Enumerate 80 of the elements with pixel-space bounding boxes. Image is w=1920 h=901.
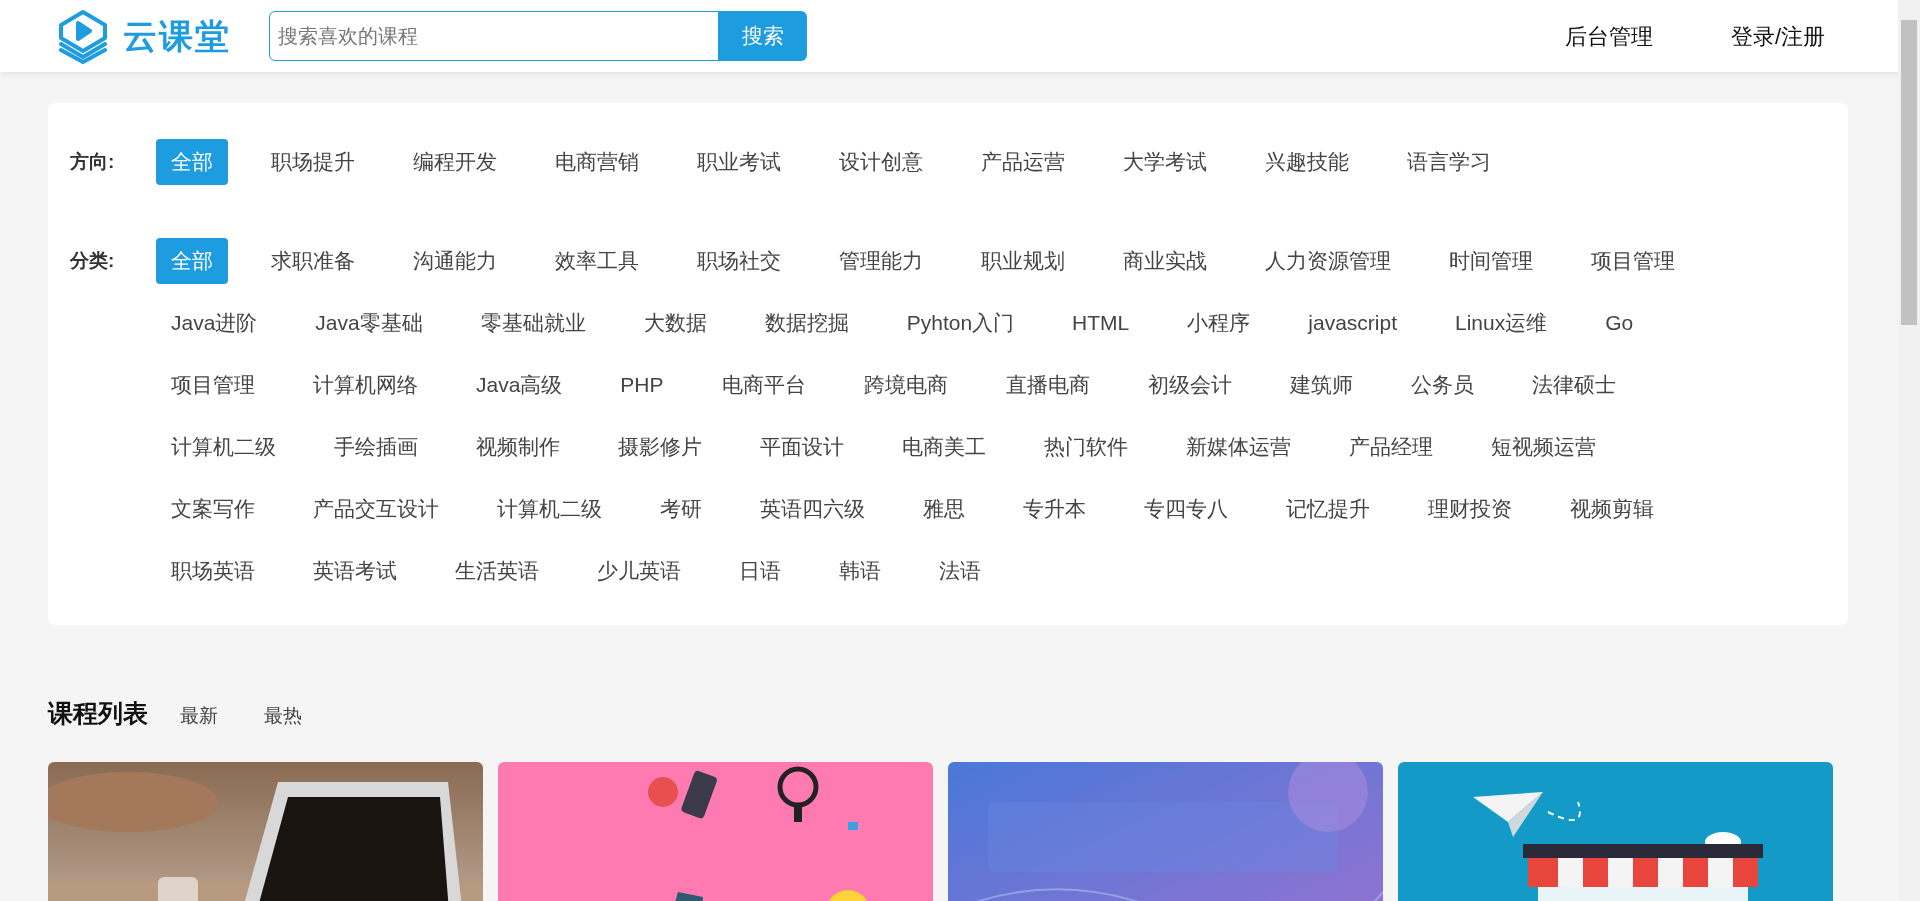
filter-tag[interactable]: 日语 [724, 548, 796, 594]
scrollbar-thumb[interactable] [1901, 20, 1917, 325]
filter-tag[interactable]: 设计创意 [824, 139, 938, 185]
filter-tag[interactable]: javascript [1293, 300, 1412, 346]
filter-tag[interactable]: 文案写作 [156, 486, 270, 532]
filter-tag[interactable]: 效率工具 [540, 238, 654, 284]
filter-tag[interactable]: 法律硕士 [1516, 362, 1631, 408]
filter-tag[interactable]: 英语四六级 [745, 486, 880, 532]
filter-tag[interactable]: 大学考试 [1108, 139, 1222, 185]
filter-tag[interactable]: 专四专八 [1129, 486, 1243, 532]
filter-tag[interactable]: 视频剪辑 [1555, 486, 1669, 532]
filter-tag[interactable]: 电商美工 [887, 424, 1001, 470]
filter-tag[interactable]: 产品运营 [966, 139, 1080, 185]
nav-link[interactable]: 登录/注册 [1730, 19, 1825, 53]
filter-tag[interactable]: 韩语 [824, 548, 896, 594]
logo-text: 云课堂 [123, 15, 231, 57]
filter-tag[interactable]: 视频制作 [461, 424, 575, 470]
nav-link[interactable]: 后台管理 [1564, 19, 1653, 53]
filter-tag[interactable]: 生活英语 [440, 548, 554, 594]
filter-tag[interactable]: 时间管理 [1434, 238, 1548, 284]
filter-tag[interactable]: Pyhton入门 [891, 300, 1030, 346]
filter-tag[interactable]: 手绘插画 [319, 424, 433, 470]
filter-tag[interactable]: 跨境电商 [848, 362, 963, 408]
sort-link[interactable]: 最热 [264, 702, 302, 731]
filter-tag[interactable]: 职业规划 [966, 238, 1080, 284]
filter-tag[interactable]: 职场提升 [256, 139, 370, 185]
filter-tag[interactable]: 商业实战 [1108, 238, 1222, 284]
filter-tag[interactable]: 法语 [924, 548, 996, 594]
filter-tag[interactable]: 平面设计 [745, 424, 859, 470]
filter-tag[interactable]: Linux运维 [1440, 300, 1563, 346]
filter-tag[interactable]: 求职准备 [256, 238, 370, 284]
filter-tag[interactable]: 短视频运营 [1476, 424, 1611, 470]
filter-tag[interactable]: 初级会计 [1132, 362, 1247, 408]
filter-label: 分类: [70, 249, 116, 273]
filter-tag[interactable]: 考研 [645, 486, 717, 532]
filter-tag[interactable]: 沟通能力 [398, 238, 512, 284]
filter-tag[interactable]: 热门软件 [1029, 424, 1143, 470]
scrollbar[interactable] [1898, 0, 1920, 901]
filter-tag[interactable]: 小程序 [1172, 300, 1266, 346]
filter-tag[interactable]: 公务员 [1395, 362, 1489, 408]
filter-tag[interactable]: 电商营销 [540, 139, 654, 185]
filter-tag[interactable]: 产品经理 [1334, 424, 1448, 470]
filter-tag[interactable]: 新媒体运营 [1171, 424, 1306, 470]
filter-tag[interactable]: 兴趣技能 [1250, 139, 1364, 185]
filter-tag[interactable]: 计算机二级 [156, 424, 291, 470]
filter-tag[interactable]: 大数据 [628, 300, 722, 346]
filter-tag[interactable]: 人力资源管理 [1250, 238, 1406, 284]
filter-tag[interactable]: 零基础就业 [465, 300, 601, 346]
filter-tag[interactable]: 直播电商 [990, 362, 1105, 408]
filter-tag[interactable]: 少儿英语 [582, 548, 696, 594]
filter-tag[interactable]: 英语考试 [298, 548, 412, 594]
filter-tag[interactable]: 项目管理 [156, 362, 270, 408]
filter-tag[interactable]: Java高级 [461, 362, 578, 408]
filter-tag[interactable]: 产品交互设计 [298, 486, 454, 532]
filter-label: 方向: [70, 150, 116, 174]
filter-tag[interactable]: 职场英语 [156, 548, 270, 594]
filter-tag[interactable]: 建筑师 [1274, 362, 1368, 408]
filter-tag[interactable]: 数据挖掘 [749, 300, 864, 346]
sort-link[interactable]: 最新 [180, 702, 218, 731]
filter-tag[interactable]: 雅思 [908, 486, 980, 532]
filter-tag[interactable]: 记忆提升 [1271, 486, 1385, 532]
filter-tag[interactable]: 职业考试 [682, 139, 796, 185]
filter-tag[interactable]: 电商平台 [706, 362, 821, 408]
filter-tag[interactable]: 理财投资 [1413, 486, 1527, 532]
filter-tag[interactable]: 项目管理 [1576, 238, 1690, 284]
filter-tag[interactable]: Java零基础 [300, 300, 438, 346]
section-title: 课程列表 [48, 698, 148, 729]
filter-tag[interactable]: 摄影修片 [603, 424, 717, 470]
filter-tag[interactable]: 计算机网络 [298, 362, 433, 408]
filter-tag[interactable]: Go [1590, 300, 1649, 346]
filter-tag[interactable]: 语言学习 [1392, 139, 1506, 185]
filter-tag[interactable]: HTML [1057, 300, 1145, 346]
filter-tag[interactable]: 管理能力 [824, 238, 938, 284]
filter-tag[interactable]: Java进阶 [156, 300, 273, 346]
filter-tag[interactable]: 职场社交 [682, 238, 796, 284]
filter-tag[interactable]: 专升本 [1008, 486, 1101, 532]
filter-tag[interactable]: PHP [605, 362, 679, 408]
filter-tag[interactable]: 计算机二级 [482, 486, 617, 532]
search-field[interactable]: 搜索喜欢的课程 [269, 11, 719, 61]
filter-tag[interactable]: 编程开发 [398, 139, 512, 185]
